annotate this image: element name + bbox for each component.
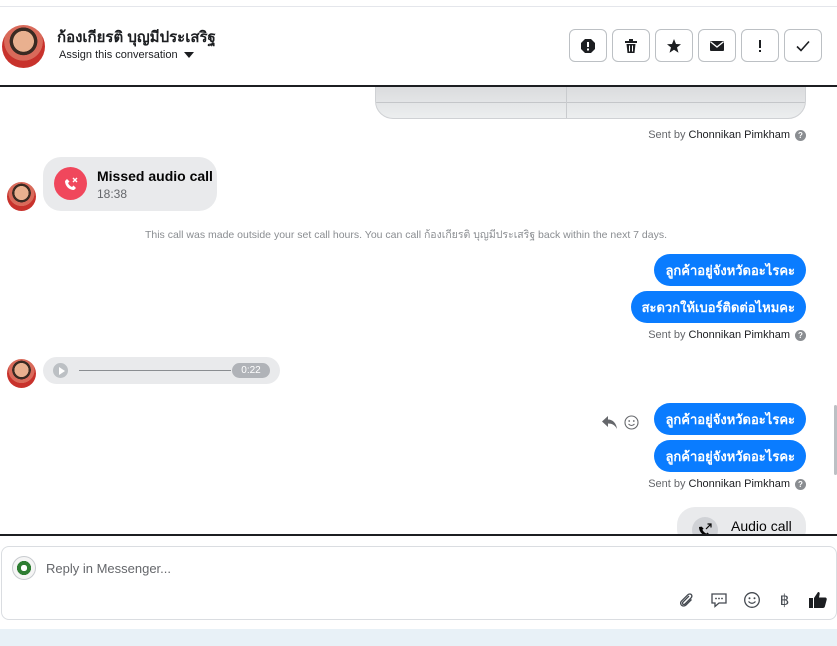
- done-check-icon: [796, 40, 810, 52]
- message-actions: [601, 415, 639, 430]
- help-icon[interactable]: ?: [795, 478, 806, 490]
- message-thread[interactable]: Sent by Chonnikan Pimkham ? Missed audio…: [0, 87, 837, 534]
- audio-duration: 0:22: [232, 363, 270, 378]
- thread-divider: [0, 534, 837, 536]
- agent-name: Chonnikan Pimkham: [688, 129, 791, 141]
- mark-done-button[interactable]: [784, 29, 822, 62]
- audio-progress-track[interactable]: [79, 370, 231, 371]
- missed-call-icon: [54, 167, 87, 200]
- attachment-button[interactable]: [675, 589, 696, 610]
- play-icon[interactable]: [53, 363, 68, 378]
- help-icon[interactable]: ?: [795, 329, 806, 341]
- baht-payment-button[interactable]: ฿: [774, 589, 795, 610]
- mark-unread-button[interactable]: [698, 29, 736, 62]
- outgoing-message[interactable]: ลูกค้าอยู่จังหวัดอะไรคะ: [654, 403, 806, 435]
- contact-avatar[interactable]: [2, 25, 45, 68]
- reply-input[interactable]: [46, 557, 646, 579]
- saved-reply-button[interactable]: [708, 589, 729, 610]
- contact-avatar-small[interactable]: [7, 182, 36, 211]
- emoji-icon: [743, 591, 760, 608]
- assign-conversation-label: Assign this conversation: [59, 49, 178, 61]
- reply-icon[interactable]: [601, 415, 618, 430]
- caret-down-icon: [183, 52, 194, 58]
- agent-name: Chonnikan Pimkham: [688, 329, 791, 341]
- important-button[interactable]: [741, 29, 779, 62]
- outgoing-message[interactable]: ลูกค้าอยู่จังหวัดอะไรคะ: [654, 254, 806, 286]
- reply-composer: ฿: [1, 546, 837, 620]
- mark-spam-button[interactable]: [569, 29, 607, 62]
- page-footer-band: [0, 629, 837, 646]
- trash-icon: [625, 38, 637, 53]
- shared-photo-message[interactable]: [375, 87, 806, 119]
- outgoing-message[interactable]: ลูกค้าอยู่จังหวัดอะไรคะ: [654, 440, 806, 472]
- sent-by-prefix: Sent by: [648, 478, 686, 490]
- composer-actions: ฿: [675, 589, 828, 610]
- sent-by-label: Sent by Chonnikan Pimkham ?: [648, 329, 806, 341]
- star-button[interactable]: [655, 29, 693, 62]
- thumbs-up-icon: [808, 591, 827, 608]
- missed-call-time: 18:38: [97, 187, 128, 201]
- saved-reply-icon: [710, 592, 727, 608]
- missed-call-card[interactable]: Missed audio call 18:38: [43, 157, 217, 211]
- baht-payment-icon: ฿: [779, 591, 790, 609]
- star-icon: [667, 38, 681, 53]
- call-hours-notice: This call was made outside your set call…: [144, 229, 668, 241]
- thumbs-up-button[interactable]: [807, 589, 828, 610]
- sent-by-label: Sent by Chonnikan Pimkham ?: [648, 129, 806, 141]
- voice-message: 0:22: [43, 357, 280, 384]
- conversation-toolbar: [569, 29, 822, 62]
- outgoing-call-icon: [692, 517, 718, 534]
- outgoing-message[interactable]: สะดวกให้เบอร์ติดต่อไหมคะ: [630, 291, 806, 323]
- mark-unread-icon: [710, 40, 724, 51]
- missed-call-title: Missed audio call: [97, 168, 213, 184]
- sent-by-label: Sent by Chonnikan Pimkham ?: [648, 478, 806, 490]
- contact-name[interactable]: ก้องเกียรติ บุญมีประเสริฐ: [57, 25, 216, 49]
- assign-conversation-dropdown[interactable]: Assign this conversation: [59, 49, 194, 61]
- window-top-divider: [0, 0, 837, 7]
- sent-by-prefix: Sent by: [648, 129, 686, 141]
- audio-call-card[interactable]: Audio call: [677, 507, 806, 534]
- delete-button[interactable]: [612, 29, 650, 62]
- conversation-header: ก้องเกียรติ บุญมีประเสริฐ Assign this co…: [0, 7, 837, 87]
- react-emoji-icon[interactable]: [624, 415, 639, 430]
- important-icon: [759, 39, 761, 52]
- help-icon[interactable]: ?: [795, 129, 806, 141]
- attachment-icon: [679, 592, 693, 607]
- audio-call-title: Audio call: [731, 518, 792, 534]
- contact-avatar-small[interactable]: [7, 359, 36, 388]
- sent-by-prefix: Sent by: [648, 329, 686, 341]
- page-avatar: [12, 556, 36, 580]
- emoji-button[interactable]: [741, 589, 762, 610]
- agent-name: Chonnikan Pimkham: [688, 478, 791, 490]
- spam-icon: [581, 38, 595, 53]
